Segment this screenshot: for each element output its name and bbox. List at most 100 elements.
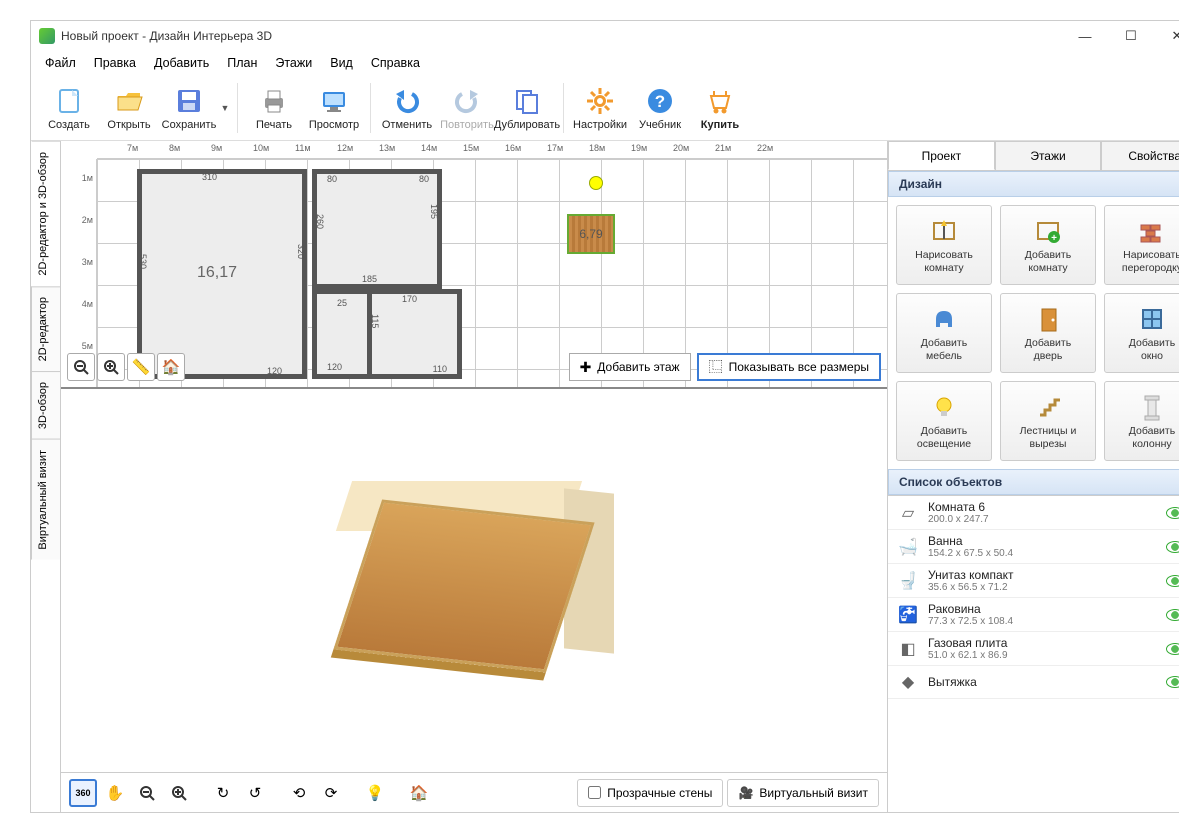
ruler-v-tick: 5м	[82, 341, 93, 351]
visibility-toggle[interactable]	[1166, 541, 1179, 553]
maximize-button[interactable]: ☐	[1108, 21, 1154, 51]
measure-button[interactable]: 📏	[127, 353, 155, 381]
view-3d-viewport[interactable]	[61, 389, 887, 772]
new-icon	[53, 85, 85, 117]
menu-добавить[interactable]: Добавить	[146, 53, 217, 73]
save-button[interactable]: Сохранить	[159, 77, 219, 139]
object-dimensions: 35.6 x 56.5 x 71.2	[928, 582, 1158, 593]
window-title: Новый проект - Дизайн Интерьера 3D	[61, 29, 272, 43]
add-room-button[interactable]: +Добавитькомнату	[1000, 205, 1096, 285]
toolbar-separator	[237, 83, 238, 133]
rtab-1[interactable]: Этажи	[995, 141, 1102, 170]
object-row[interactable]: 🚽Унитаз компакт35.6 x 56.5 x 71.2	[888, 564, 1179, 598]
room-2[interactable]: 6,79 80 80 260 195 185	[312, 169, 442, 289]
redo-label: Повторить	[440, 119, 494, 131]
rtab-0[interactable]: Проект	[888, 141, 995, 170]
right-panel: ПроектЭтажиСвойства Дизайн Нарисоватьком…	[888, 141, 1179, 812]
ruler-h-tick: 21м	[715, 143, 731, 153]
ruler-h-tick: 8м	[169, 143, 180, 153]
object-row[interactable]: 🚰Раковина77.3 x 72.5 x 108.4	[888, 598, 1179, 632]
dup-button[interactable]: Дублировать	[497, 77, 557, 139]
add-light-icon	[929, 392, 959, 422]
ruler-h-tick: 15м	[463, 143, 479, 153]
add-door-button[interactable]: Добавитьдверь	[1000, 293, 1096, 373]
zoom-out-button[interactable]	[67, 353, 95, 381]
add-window-button[interactable]: Добавитьокно	[1104, 293, 1179, 373]
plan-2d-viewport[interactable]: 7м8м9м10м11м12м13м14м15м16м17м18м19м20м2…	[61, 141, 887, 389]
section-objects-header: Список объектов	[888, 469, 1179, 495]
vtab-both[interactable]: 2D-редактор и 3D-обзор	[31, 141, 60, 286]
new-button[interactable]: Создать	[39, 77, 99, 139]
object-row[interactable]: ◆Вытяжка	[888, 666, 1179, 699]
svg-text:+: +	[1051, 233, 1057, 244]
new-label: Создать	[48, 119, 90, 131]
ruler-h-tick: 13м	[379, 143, 395, 153]
print-button[interactable]: Печать	[244, 77, 304, 139]
draw-room-button[interactable]: Нарисоватькомнату	[896, 205, 992, 285]
help-button[interactable]: ? Учебник	[630, 77, 690, 139]
hallway[interactable]: 120 25	[312, 289, 367, 379]
show-dimensions-toggle[interactable]: ⿺Показывать все размеры	[697, 353, 881, 381]
preview-button[interactable]: Просмотр	[304, 77, 364, 139]
zoom-in-button[interactable]	[97, 353, 125, 381]
vtab-3d[interactable]: 3D-обзор	[31, 371, 60, 439]
home-extent-button[interactable]: 🏠	[157, 353, 185, 381]
save-dropdown[interactable]: ▼	[219, 77, 231, 139]
menu-этажи[interactable]: Этажи	[267, 53, 320, 73]
object-row[interactable]: ◧Газовая плита51.0 x 62.1 x 86.9	[888, 632, 1179, 666]
room-1[interactable]: 16,17 310 530 320 120	[137, 169, 307, 379]
ruler-h-tick: 12м	[337, 143, 353, 153]
visibility-toggle[interactable]	[1166, 643, 1179, 655]
object-row[interactable]: 🛁Ванна154.2 x 67.5 x 50.4	[888, 530, 1179, 564]
undo-label: Отменить	[382, 119, 432, 131]
ruler-h-tick: 18м	[589, 143, 605, 153]
dimensions-icon: ⿺	[709, 357, 723, 377]
add-furn-button[interactable]: Добавитьмебель	[896, 293, 992, 373]
menu-план[interactable]: План	[219, 53, 265, 73]
buy-button[interactable]: Купить	[690, 77, 750, 139]
visibility-toggle[interactable]	[1166, 575, 1179, 587]
object-row[interactable]: ▱Комната 6200.0 x 247.7	[888, 496, 1179, 530]
dim: 25	[337, 298, 347, 308]
add-window-icon	[1137, 304, 1167, 334]
settings-label: Настройки	[573, 119, 627, 131]
model-3d	[334, 471, 614, 691]
settings-button[interactable]: Настройки	[570, 77, 630, 139]
object-name: Ванна	[928, 534, 1158, 548]
light-marker[interactable]	[589, 176, 603, 190]
open-button[interactable]: Открыть	[99, 77, 159, 139]
room-3[interactable]: 170 115 110	[367, 289, 462, 379]
vtab-vv[interactable]: Виртуальный визит	[31, 439, 60, 560]
add-floor-button[interactable]: ✚Добавить этаж	[569, 353, 691, 381]
menu-файл[interactable]: Файл	[37, 53, 84, 73]
dim: 110	[433, 364, 447, 374]
add-column-button[interactable]: Добавитьколонну	[1104, 381, 1179, 461]
close-button[interactable]: ✕	[1154, 21, 1179, 51]
view-mode-tabs: 2D-редактор и 3D-обзор2D-редактор3D-обзо…	[31, 141, 61, 812]
menu-вид[interactable]: Вид	[322, 53, 361, 73]
menu-справка[interactable]: Справка	[363, 53, 428, 73]
vtab-2d[interactable]: 2D-редактор	[31, 286, 60, 371]
add-light-button[interactable]: Добавитьосвещение	[896, 381, 992, 461]
toolbar-separator	[563, 83, 564, 133]
svg-text:?: ?	[655, 92, 665, 111]
object-list[interactable]: ▱Комната 6200.0 x 247.7🛁Ванна154.2 x 67.…	[888, 495, 1179, 735]
rtab-2[interactable]: Свойства	[1101, 141, 1179, 170]
visibility-toggle[interactable]	[1166, 507, 1179, 519]
stairs-button[interactable]: Лестницы ивырезы	[1000, 381, 1096, 461]
ruler-h-tick: 16м	[505, 143, 521, 153]
help-label: Учебник	[639, 119, 681, 131]
draw-wall-button[interactable]: Нарисоватьперегородку	[1104, 205, 1179, 285]
menu-правка[interactable]: Правка	[86, 53, 144, 73]
table-object[interactable]: 6,79	[567, 214, 615, 254]
redo-button[interactable]: Повторить	[437, 77, 497, 139]
visibility-toggle[interactable]	[1166, 676, 1179, 688]
ruler-v-tick: 4м	[82, 299, 93, 309]
undo-button[interactable]: Отменить	[377, 77, 437, 139]
minimize-button[interactable]: ―	[1062, 21, 1108, 51]
help-icon: ?	[644, 85, 676, 117]
ruler-h-tick: 20м	[673, 143, 689, 153]
ruler-h-tick: 10м	[253, 143, 269, 153]
visibility-toggle[interactable]	[1166, 609, 1179, 621]
save-icon	[173, 85, 205, 117]
